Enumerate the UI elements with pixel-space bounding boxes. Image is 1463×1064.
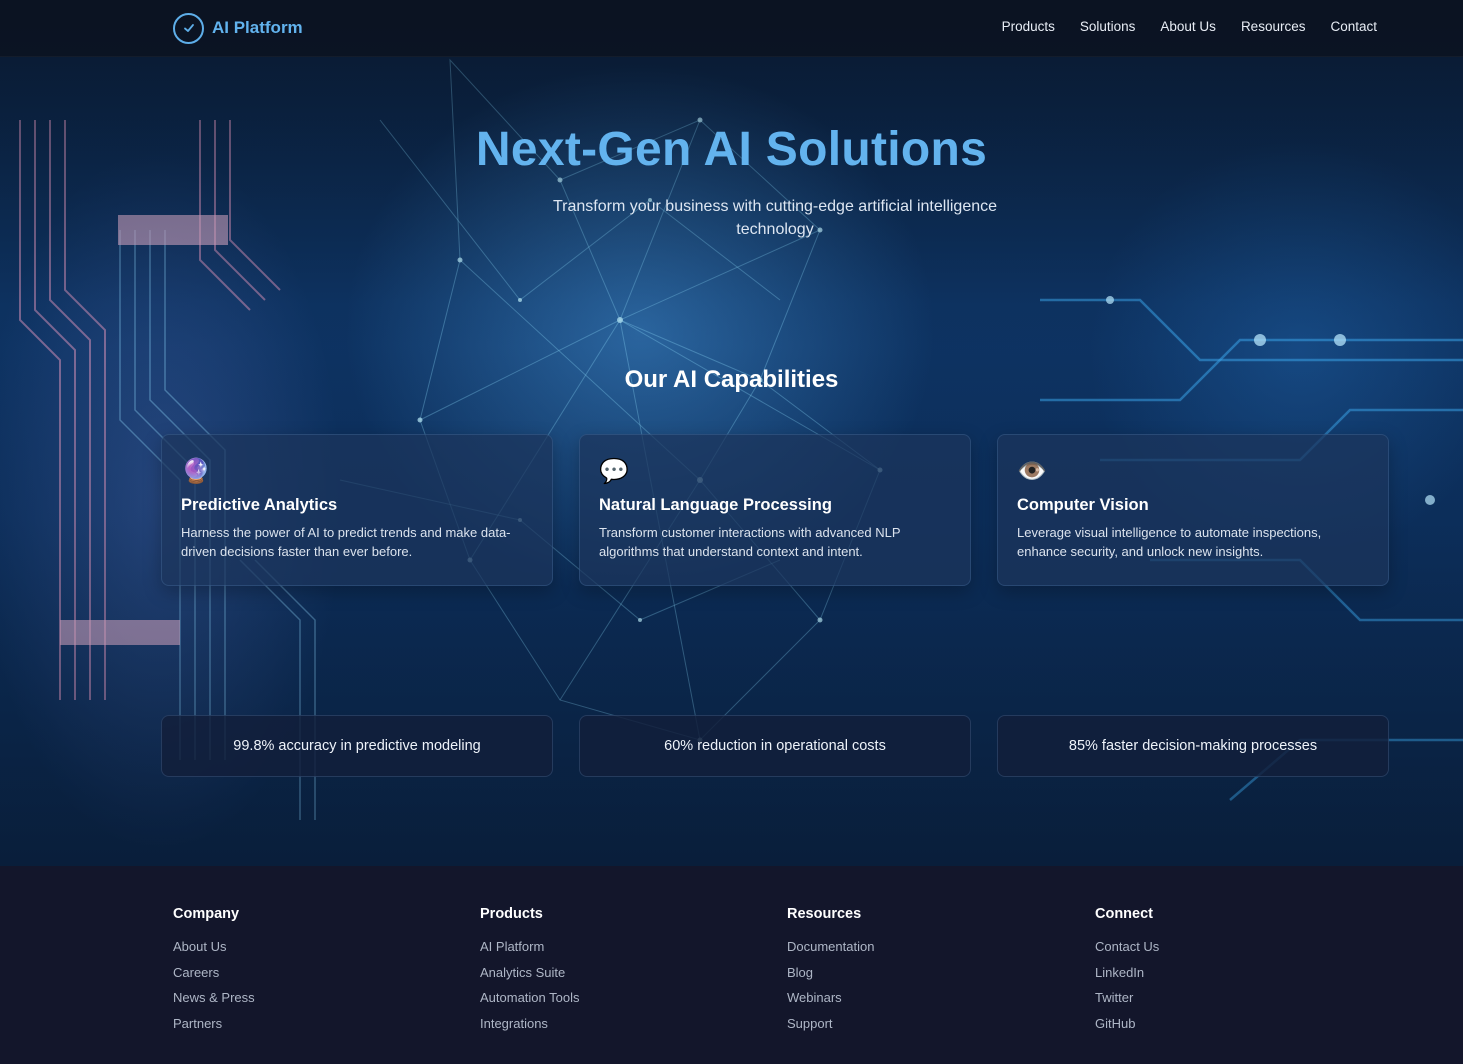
footer-link-partners[interactable]: Partners <box>173 1016 255 1042</box>
top-navbar: AI Platform Products Solutions About Us … <box>0 0 1463 57</box>
speech-bubble-icon: 💬 <box>599 458 629 485</box>
card-title: Computer Vision <box>1017 496 1149 514</box>
check-circle-icon <box>173 12 204 44</box>
footer: Company About Us Careers News & Press Pa… <box>0 866 1463 1064</box>
footer-link-twitter[interactable]: Twitter <box>1095 990 1159 1016</box>
card-description: Leverage visual intelligence to automate… <box>1017 525 1322 559</box>
stat-decision-speed: 85% faster decision-making processes <box>997 715 1389 777</box>
footer-column-resources: Resources Documentation Blog Webinars Su… <box>787 906 874 1041</box>
footer-link-integrations[interactable]: Integrations <box>480 1016 580 1042</box>
footer-column-connect: Connect Contact Us LinkedIn Twitter GitH… <box>1095 906 1159 1041</box>
footer-link-linkedin[interactable]: LinkedIn <box>1095 965 1159 991</box>
hero-subtitle: Transform your business with cutting-edg… <box>552 198 998 238</box>
capability-card-nlp[interactable]: 💬 Natural Language Processing Transform … <box>579 434 971 586</box>
crystal-ball-icon: 🔮 <box>181 458 211 485</box>
nav-link-resources[interactable]: Resources <box>1241 19 1306 34</box>
footer-heading: Connect <box>1095 906 1153 922</box>
nav-links: Products Solutions About Us Resources Co… <box>1002 19 1377 34</box>
nav-link-about-us[interactable]: About Us <box>1160 19 1216 34</box>
footer-link-webinars[interactable]: Webinars <box>787 990 874 1016</box>
footer-link-blog[interactable]: Blog <box>787 965 874 991</box>
footer-column-products: Products AI Platform Analytics Suite Aut… <box>480 906 580 1041</box>
footer-link-github[interactable]: GitHub <box>1095 1016 1159 1042</box>
footer-column-company: Company About Us Careers News & Press Pa… <box>173 906 255 1041</box>
footer-heading: Company <box>173 906 240 922</box>
nav-link-products[interactable]: Products <box>1002 19 1055 34</box>
card-description: Harness the power of AI to predict trend… <box>181 525 511 559</box>
footer-link-ai-platform[interactable]: AI Platform <box>480 939 580 965</box>
logo[interactable]: AI Platform <box>173 12 303 44</box>
footer-heading: Products <box>480 906 543 922</box>
capability-card-computer-vision[interactable]: 👁️ Computer Vision Leverage visual intel… <box>997 434 1389 586</box>
capabilities-title: Our AI Capabilities <box>624 366 839 393</box>
footer-heading: Resources <box>787 906 862 922</box>
footer-link-careers[interactable]: Careers <box>173 965 255 991</box>
capability-card-predictive-analytics[interactable]: 🔮 Predictive Analytics Harness the power… <box>161 434 553 586</box>
footer-link-news-press[interactable]: News & Press <box>173 990 255 1016</box>
stat-cost-reduction: 60% reduction in operational costs <box>579 715 971 777</box>
footer-link-about-us[interactable]: About Us <box>173 939 255 965</box>
footer-link-contact-us[interactable]: Contact Us <box>1095 939 1159 965</box>
footer-link-analytics-suite[interactable]: Analytics Suite <box>480 965 580 991</box>
footer-link-automation-tools[interactable]: Automation Tools <box>480 990 580 1016</box>
hero-title: Next-Gen AI Solutions <box>475 123 988 176</box>
card-title: Natural Language Processing <box>599 496 832 514</box>
eye-icon: 👁️ <box>1017 458 1047 485</box>
stat-accuracy: 99.8% accuracy in predictive modeling <box>161 715 553 777</box>
card-title: Predictive Analytics <box>181 496 338 514</box>
nav-link-solutions[interactable]: Solutions <box>1080 19 1136 34</box>
nav-link-contact[interactable]: Contact <box>1330 19 1377 34</box>
footer-link-support[interactable]: Support <box>787 1016 874 1042</box>
footer-link-documentation[interactable]: Documentation <box>787 939 874 965</box>
card-description: Transform customer interactions with adv… <box>599 525 901 559</box>
logo-text: AI Platform <box>212 18 303 37</box>
